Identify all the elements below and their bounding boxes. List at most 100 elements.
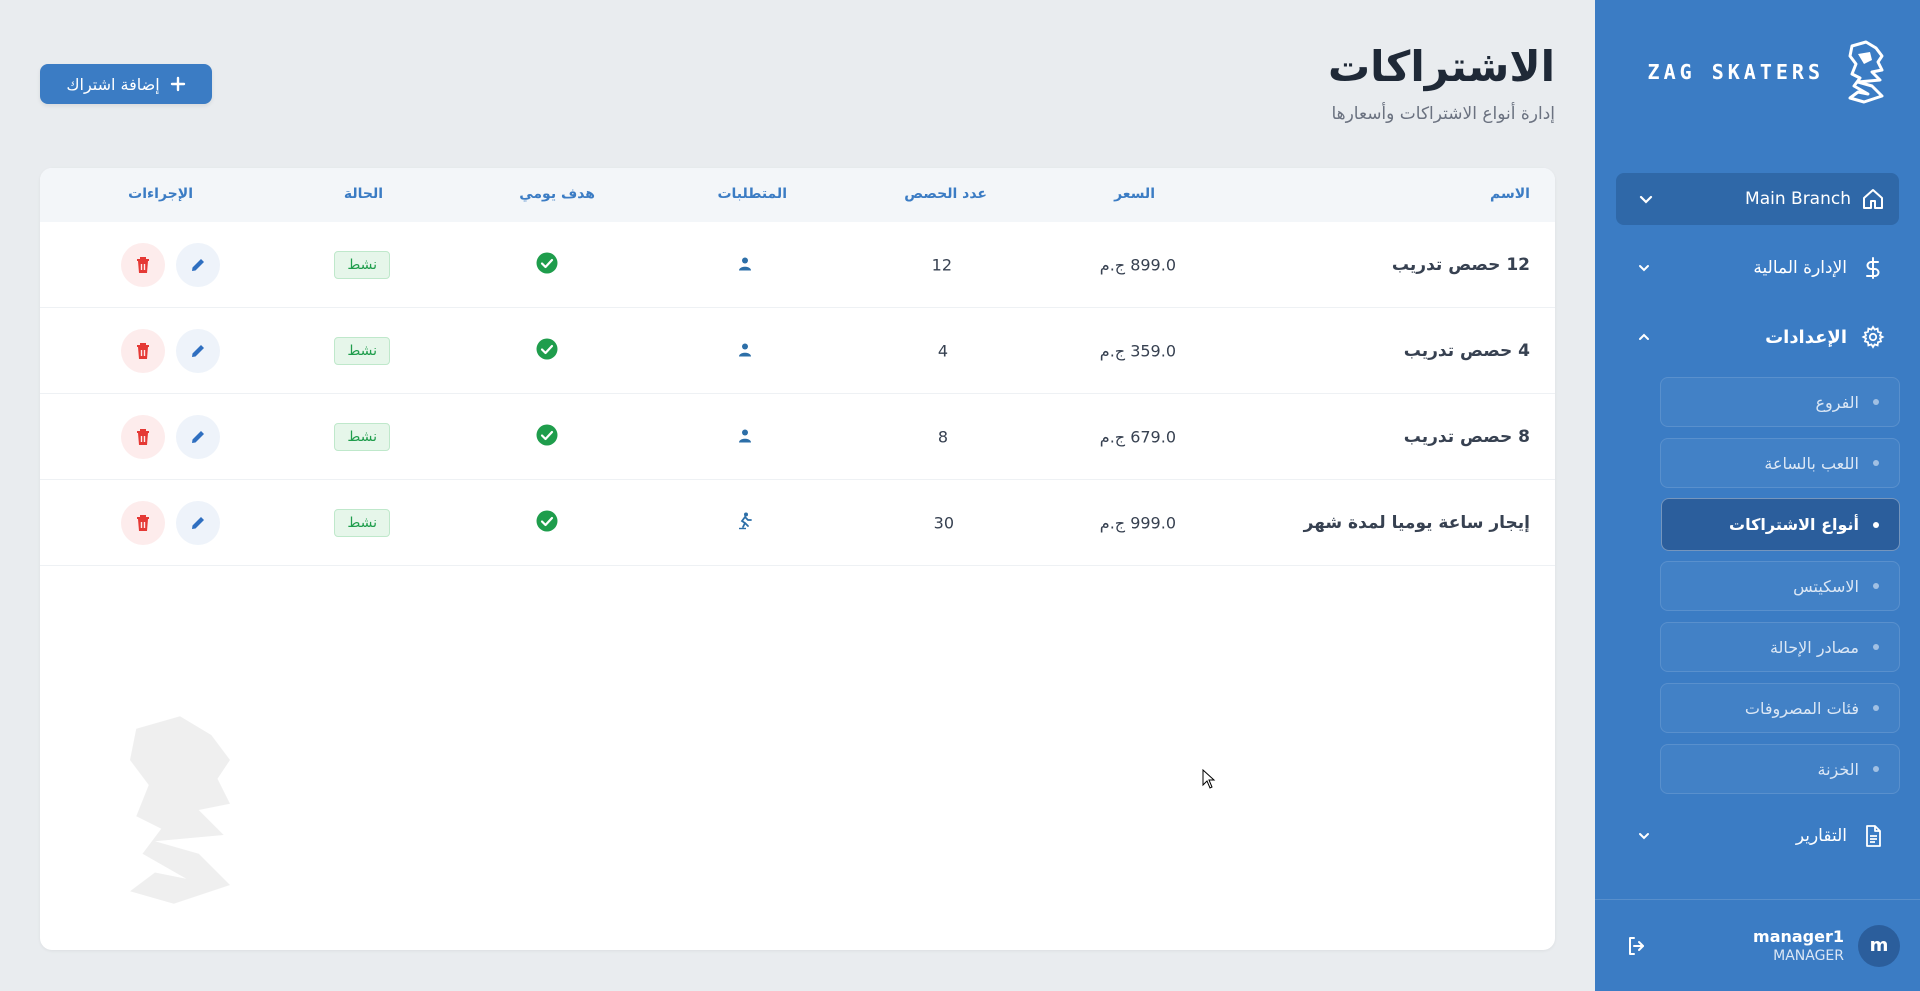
trash-icon xyxy=(137,256,149,273)
edit-button[interactable] xyxy=(176,328,220,373)
bullet-dot xyxy=(1873,644,1879,650)
user-info: manager1 MANAGER xyxy=(1753,927,1844,964)
user-role: MANAGER xyxy=(1773,948,1844,964)
subscription-price: 999.0 ج.م xyxy=(1099,513,1176,532)
header-name: الاسم xyxy=(1490,186,1530,202)
sub-item-label: الخزنة xyxy=(1817,759,1859,779)
nav-reports[interactable]: التقارير xyxy=(1616,811,1899,861)
check-circle-icon xyxy=(536,252,558,278)
edit-button[interactable] xyxy=(176,414,220,459)
pencil-icon xyxy=(192,258,204,271)
brand-logo[interactable]: ZAG SKATERS xyxy=(1648,40,1890,104)
add-subscription-button[interactable]: إضافة اشتراك xyxy=(40,64,212,104)
nav-reports-label: التقارير xyxy=(1795,826,1847,846)
brand-name: ZAG SKATERS xyxy=(1647,60,1824,84)
chevron-down-icon xyxy=(1639,833,1649,840)
delete-button[interactable] xyxy=(121,414,165,459)
page-subtitle: إدارة أنواع الاشتراكات وأسعارها xyxy=(1331,104,1555,124)
edit-button[interactable] xyxy=(176,242,220,287)
table-row: 8 حصص تدريب 679.0 ج.م 8 نشط xyxy=(40,394,1555,480)
delete-button[interactable] xyxy=(121,500,165,545)
user-bar: m manager1 MANAGER xyxy=(1595,899,1920,991)
subscription-name: 8 حصص تدريب xyxy=(1403,426,1530,447)
sub-item-hourly-play[interactable]: اللعب بالساعة xyxy=(1660,438,1900,488)
bullet-dot xyxy=(1873,460,1879,466)
branch-selector[interactable]: Main Branch xyxy=(1616,173,1899,225)
trash-icon xyxy=(137,342,149,359)
bullet-dot xyxy=(1873,766,1879,772)
subscription-price: 359.0 ج.م xyxy=(1099,341,1176,360)
sub-item-expense-categories[interactable]: فئات المصروفات xyxy=(1660,683,1900,733)
trash-icon xyxy=(137,428,149,445)
nav-settings-label: الإعدادات xyxy=(1765,326,1847,348)
home-icon xyxy=(1863,189,1883,209)
nav-finance[interactable]: الإدارة المالية xyxy=(1616,243,1899,293)
header-sessions: عدد الحصص xyxy=(904,186,987,202)
person-icon xyxy=(738,427,752,446)
subscription-name: 12 حصص تدريب xyxy=(1391,254,1530,275)
pencil-icon xyxy=(192,344,204,357)
sub-item-branches[interactable]: الفروع xyxy=(1660,377,1900,427)
status-badge: نشط xyxy=(334,508,390,537)
dollar-icon xyxy=(1866,257,1880,279)
check-circle-icon xyxy=(536,510,558,536)
add-subscription-label: إضافة اشتراك xyxy=(66,74,160,94)
person-icon xyxy=(738,255,752,274)
subscription-name: 4 حصص تدريب xyxy=(1403,340,1530,361)
bullet-dot xyxy=(1873,705,1879,711)
status-badge: نشط xyxy=(334,336,390,365)
delete-button[interactable] xyxy=(121,242,165,287)
edit-button[interactable] xyxy=(176,500,220,545)
chevron-up-icon xyxy=(1639,333,1649,340)
sub-item-label: اللعب بالساعة xyxy=(1764,453,1859,473)
mouse-cursor-icon xyxy=(1202,769,1216,789)
status-badge: نشط xyxy=(334,422,390,451)
lion-logo-icon xyxy=(1848,40,1884,104)
sub-item-label: أنواع الاشتراكات xyxy=(1729,515,1859,534)
session-count: 4 xyxy=(937,341,948,360)
check-circle-icon xyxy=(536,424,558,450)
skater-icon xyxy=(737,512,753,534)
bullet-dot xyxy=(1873,399,1879,405)
header-daily-goal: هدف يومي xyxy=(519,186,595,202)
logout-icon[interactable] xyxy=(1625,934,1649,958)
header-actions: الإجراءات xyxy=(128,186,193,202)
sub-item-skates[interactable]: الاسكيتس xyxy=(1660,561,1900,611)
session-count: 30 xyxy=(933,513,954,532)
plus-icon xyxy=(170,76,185,92)
session-count: 12 xyxy=(931,255,952,274)
bullet-dot xyxy=(1873,583,1879,589)
pencil-icon xyxy=(192,516,204,529)
sub-item-label: مصادر الإحالة xyxy=(1769,637,1859,657)
document-icon xyxy=(1866,825,1881,847)
sub-item-label: الفروع xyxy=(1815,392,1859,412)
sub-item-treasury[interactable]: الخزنة xyxy=(1660,744,1900,794)
page-title: الاشتراكات xyxy=(1327,42,1555,91)
table-row: إيجار ساعة يوميا لمدة شهر 999.0 ج.م 30 ن… xyxy=(40,480,1555,566)
header-requirements: المتطلبات xyxy=(717,186,787,202)
pencil-icon xyxy=(192,430,204,443)
person-icon xyxy=(738,341,752,360)
status-badge: نشط xyxy=(334,250,390,279)
subscription-price: 899.0 ج.م xyxy=(1099,255,1176,274)
sidebar: ZAG SKATERS Main Branch الإدارة المالية … xyxy=(1595,0,1920,991)
subscription-price: 679.0 ج.م xyxy=(1099,427,1176,446)
lion-watermark-icon xyxy=(130,716,230,904)
header-price: السعر xyxy=(1114,186,1155,202)
table-row: 12 حصص تدريب 899.0 ج.م 12 نشط xyxy=(40,222,1555,308)
gear-icon xyxy=(1861,325,1885,349)
avatar[interactable]: m xyxy=(1858,924,1900,967)
nav-finance-label: الإدارة المالية xyxy=(1753,258,1847,278)
sub-item-label: الاسكيتس xyxy=(1793,576,1859,596)
bullet-dot xyxy=(1873,521,1879,528)
delete-button[interactable] xyxy=(121,328,165,373)
sub-item-label: فئات المصروفات xyxy=(1744,698,1859,718)
table-header: الاسم السعر عدد الحصص المتطلبات هدف يومي… xyxy=(40,168,1555,222)
header-status: الحالة xyxy=(343,186,383,202)
nav-settings[interactable]: الإعدادات xyxy=(1616,312,1899,362)
subscription-name: إيجار ساعة يوميا لمدة شهر xyxy=(1303,512,1530,533)
sub-item-subscription-types[interactable]: أنواع الاشتراكات xyxy=(1661,498,1900,551)
sub-item-referral-sources[interactable]: مصادر الإحالة xyxy=(1660,622,1900,672)
check-circle-icon xyxy=(536,338,558,364)
trash-icon xyxy=(137,514,149,531)
